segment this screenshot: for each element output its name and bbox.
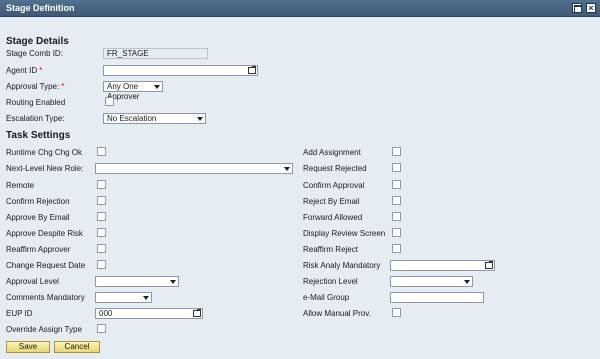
add-assignment-checkbox[interactable]: [392, 147, 401, 156]
routing-enabled-checkbox[interactable]: [105, 97, 114, 106]
forward-allowed-label: Forward Allowed: [303, 213, 363, 222]
request-rejected-label: Request Rejected: [303, 164, 367, 173]
confirm-rejection-label: Confirm Rejection: [6, 197, 70, 206]
section-stage-details: Stage Details: [6, 36, 69, 47]
email-group-field[interactable]: [390, 292, 484, 303]
reaffirm-approver-label: Reaffirm Approver: [6, 245, 71, 254]
remote-checkbox[interactable]: [97, 180, 106, 189]
reaffirm-approver-checkbox[interactable]: [97, 244, 106, 253]
allow-manual-prov-checkbox[interactable]: [392, 308, 401, 317]
next-level-new-role-label: Next-Level New Role:: [6, 164, 84, 173]
rejection-level-label: Rejection Level: [303, 277, 358, 286]
display-review-screen-label: Display Review Screen: [303, 229, 386, 238]
value-help-icon[interactable]: [485, 261, 493, 269]
reaffirm-reject-label: Reaffirm Reject: [303, 245, 358, 254]
request-rejected-checkbox[interactable]: [392, 163, 401, 172]
chevron-down-icon: [284, 167, 290, 171]
approval-level-label: Approval Level: [6, 277, 59, 286]
display-review-screen-checkbox[interactable]: [392, 228, 401, 237]
eup-id-label: EUP ID: [6, 309, 33, 318]
title-bar: Stage Definition ×: [0, 0, 600, 17]
comments-mandatory-label: Comments Mandatory: [6, 293, 85, 302]
chevron-down-icon: [197, 117, 203, 121]
save-button[interactable]: Save: [6, 341, 50, 353]
chevron-down-icon: [154, 85, 160, 89]
routing-enabled-label: Routing Enabled: [6, 98, 66, 107]
override-assign-type-label: Override Assign Type: [6, 325, 82, 334]
eup-id-field[interactable]: 000: [95, 308, 203, 319]
change-request-date-label: Change Request Date: [6, 261, 86, 270]
chevron-down-icon: [143, 296, 149, 300]
runtime-chg-checkbox[interactable]: [97, 147, 106, 156]
forward-allowed-checkbox[interactable]: [392, 212, 401, 221]
add-assignment-label: Add Assignment: [303, 148, 361, 157]
override-assign-type-checkbox[interactable]: [97, 324, 106, 333]
approve-by-email-label: Approve By Email: [6, 213, 70, 222]
risk-analy-mandatory-field[interactable]: [390, 260, 495, 271]
approve-by-email-checkbox[interactable]: [97, 212, 106, 221]
change-request-date-checkbox[interactable]: [97, 260, 106, 269]
value-help-icon[interactable]: [248, 66, 256, 74]
chevron-down-icon: [170, 280, 176, 284]
next-level-new-role-select[interactable]: [95, 163, 293, 174]
value-help-icon[interactable]: [193, 309, 201, 317]
confirm-rejection-checkbox[interactable]: [97, 196, 106, 205]
agent-id-field[interactable]: [103, 65, 258, 76]
chevron-down-icon: [464, 280, 470, 284]
email-group-label: e-Mail Group: [303, 293, 350, 302]
rejection-level-select[interactable]: [390, 276, 473, 287]
window-title: Stage Definition: [6, 3, 75, 13]
dialog-body: Stage Details Stage Comb ID: FR_STAGE Ag…: [0, 17, 600, 359]
confirm-approval-label: Confirm Approval: [303, 181, 365, 190]
close-icon[interactable]: ×: [586, 3, 596, 13]
remote-label: Remote: [6, 181, 35, 190]
section-task-settings: Task Settings: [6, 130, 71, 141]
approval-level-select[interactable]: [95, 276, 179, 287]
comments-mandatory-select[interactable]: [95, 292, 152, 303]
confirm-approval-checkbox[interactable]: [392, 180, 401, 189]
approval-type-select[interactable]: Any One Approver: [103, 81, 163, 101]
escalation-type-select[interactable]: No Escalation: [103, 113, 206, 124]
allow-manual-prov-label: Allow Manual Prov.: [303, 309, 371, 318]
agent-id-label: Agent ID *: [6, 66, 43, 75]
risk-analy-mandatory-label: Risk Analy Mandatory: [303, 261, 381, 270]
runtime-chg-label: Runtime Chg Chg Ok: [6, 148, 83, 157]
approval-type-label: Approval Type: *: [6, 82, 65, 91]
approve-despite-risk-label: Approve Despite Risk: [6, 229, 83, 238]
stage-comb-id-label: Stage Comb ID:: [6, 49, 63, 58]
reject-by-email-label: Reject By Email: [303, 197, 360, 206]
approve-despite-risk-checkbox[interactable]: [97, 228, 106, 237]
maximize-icon[interactable]: [572, 3, 582, 13]
reject-by-email-checkbox[interactable]: [392, 196, 401, 205]
escalation-type-label: Escalation Type:: [6, 114, 65, 123]
reaffirm-reject-checkbox[interactable]: [392, 244, 401, 253]
cancel-button[interactable]: Cancel: [54, 341, 100, 353]
stage-comb-id-field: FR_STAGE: [103, 48, 208, 59]
